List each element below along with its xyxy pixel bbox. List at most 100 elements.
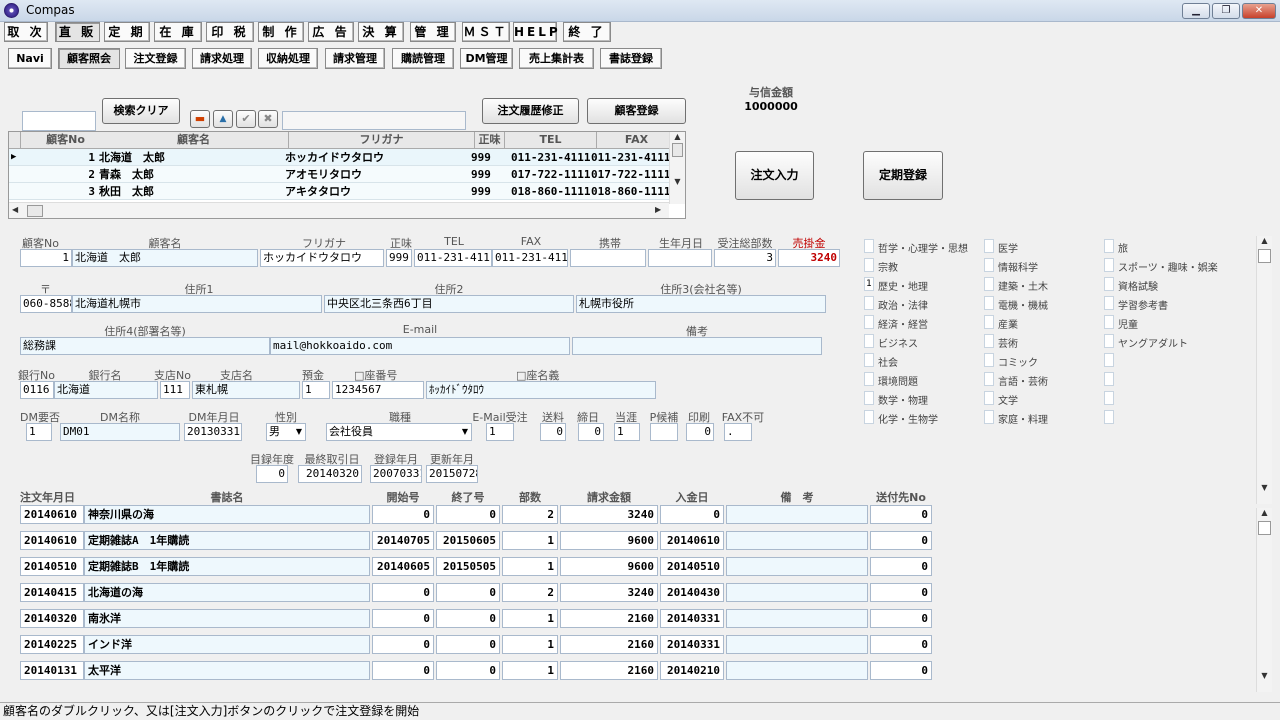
order-cell[interactable]: 1 bbox=[502, 661, 558, 680]
order-cell[interactable]: 0 bbox=[870, 661, 932, 680]
order-cell[interactable]: 20140430 bbox=[660, 583, 724, 602]
customer-register-button[interactable]: 顧客登録 bbox=[587, 98, 686, 124]
grid-vertical-scrollbar[interactable]: ▲ ▼ bbox=[669, 132, 685, 204]
field-closing[interactable]: 0 bbox=[578, 423, 604, 441]
order-cell[interactable] bbox=[726, 635, 868, 654]
field-note[interactable] bbox=[572, 337, 822, 355]
cat-scroll-thumb[interactable] bbox=[1258, 249, 1271, 263]
order-cell[interactable]: 北海道の海 bbox=[84, 583, 370, 602]
order-cell[interactable]: 0 bbox=[372, 661, 434, 680]
order-cell[interactable]: 1 bbox=[502, 635, 558, 654]
category-checkbox[interactable] bbox=[864, 315, 874, 329]
order-cell[interactable]: 20150505 bbox=[436, 557, 500, 576]
category-checkbox[interactable] bbox=[984, 372, 994, 386]
order-cell[interactable]: 神奈川県の海 bbox=[84, 505, 370, 524]
order-history-edit-button[interactable]: 注文履歴修正 bbox=[482, 98, 579, 124]
grid-horizontal-scrollbar[interactable]: ◀ ▶ bbox=[9, 202, 669, 218]
order-cell[interactable]: 20150605 bbox=[436, 531, 500, 550]
menu-item[interactable]: 終 了 bbox=[563, 22, 611, 42]
field-mobile[interactable] bbox=[570, 249, 646, 267]
order-cell[interactable]: 0 bbox=[660, 505, 724, 524]
order-cell[interactable] bbox=[726, 661, 868, 680]
row-indicator-icon[interactable]: ▶ bbox=[11, 149, 21, 166]
cat-scroll-up-icon[interactable]: ▲ bbox=[1257, 236, 1272, 245]
menu-item[interactable]: 広 告 bbox=[308, 22, 354, 42]
scroll-left-icon[interactable]: ◀ bbox=[12, 205, 18, 214]
table-row[interactable]: 3 秋田 太郎 アキタタロウ 999 018-860-1111 018-860-1111 bbox=[9, 183, 670, 200]
order-cell[interactable]: 9600 bbox=[560, 557, 658, 576]
order-cell[interactable]: 0 bbox=[870, 531, 932, 550]
toolbar-tab[interactable]: 注文登録 bbox=[125, 48, 186, 69]
order-cell[interactable]: 2160 bbox=[560, 609, 658, 628]
category-checkbox[interactable] bbox=[984, 391, 994, 405]
order-cell[interactable]: インド洋 bbox=[84, 635, 370, 654]
order-cell[interactable]: 定期雑誌A 1年購読 bbox=[84, 531, 370, 550]
order-cell[interactable]: 20140610 bbox=[20, 531, 84, 550]
subscription-register-button[interactable]: 定期登録 bbox=[863, 151, 943, 200]
order-cell[interactable]: 9600 bbox=[560, 531, 658, 550]
field-addr2[interactable]: 中央区北三条西6丁目 bbox=[324, 295, 574, 313]
customer-grid[interactable]: 顧客No 顧客名 フリガナ 正味 TEL FAX ▶ 1 北海道 太郎 ホッカイドウタロウ 999… bbox=[8, 131, 686, 219]
gender-select[interactable]: 男 ▼ bbox=[266, 423, 306, 441]
field-addr4[interactable]: 総務課 bbox=[20, 337, 270, 355]
toolbar-tab[interactable]: Navi bbox=[8, 48, 52, 69]
order-cell[interactable] bbox=[726, 531, 868, 550]
category-checkbox[interactable] bbox=[984, 239, 994, 253]
field-addr3[interactable]: 札幌市役所 bbox=[576, 295, 826, 313]
minus-icon[interactable]: ▬ bbox=[190, 110, 210, 128]
order-cell[interactable]: 0 bbox=[870, 557, 932, 576]
order-cell[interactable]: 20140415 bbox=[20, 583, 84, 602]
menu-item[interactable]: 直 販 bbox=[55, 22, 100, 42]
order-cell[interactable] bbox=[726, 557, 868, 576]
field-acctno[interactable]: 1234567 bbox=[332, 381, 424, 399]
category-checkbox[interactable] bbox=[1104, 315, 1114, 329]
order-cell[interactable]: 0 bbox=[436, 661, 500, 680]
field-dmneed[interactable]: 1 bbox=[26, 423, 52, 441]
row-selector[interactable] bbox=[11, 183, 21, 200]
field-printing[interactable]: 0 bbox=[686, 423, 714, 441]
close-button[interactable]: ✕ bbox=[1242, 3, 1276, 19]
table-row[interactable]: ▶ 1 北海道 太郎 ホッカイドウタロウ 999 011-231-4111 011-231-… bbox=[9, 149, 670, 166]
category-checkbox[interactable] bbox=[984, 277, 994, 291]
order-cell[interactable]: 20140320 bbox=[20, 609, 84, 628]
order-cell[interactable]: 0 bbox=[870, 583, 932, 602]
page-scroll-down-icon[interactable]: ▼ bbox=[1257, 671, 1272, 680]
field-name[interactable]: 北海道 太郎 bbox=[72, 249, 258, 267]
order-cell[interactable]: 3240 bbox=[560, 505, 658, 524]
chevron-down-icon[interactable]: ▼ bbox=[462, 424, 468, 440]
order-cell[interactable]: 2160 bbox=[560, 635, 658, 654]
category-checkbox[interactable] bbox=[984, 296, 994, 310]
job-select[interactable]: 会社役員 ▼ bbox=[326, 423, 472, 441]
menu-item[interactable]: 印 税 bbox=[206, 22, 254, 42]
menu-item[interactable]: ＭＳＴ bbox=[462, 22, 510, 42]
field-acctname[interactable]: ﾎｯｶｲﾄﾞｳﾀﾛｳ bbox=[426, 381, 656, 399]
order-cell[interactable]: 20140331 bbox=[660, 609, 724, 628]
field-fax[interactable]: 011-231-4111 bbox=[492, 249, 568, 267]
menu-item[interactable]: 管 理 bbox=[410, 22, 456, 42]
page-scroll-up-icon[interactable]: ▲ bbox=[1257, 508, 1272, 517]
order-cell[interactable]: 0 bbox=[870, 609, 932, 628]
category-checkbox[interactable] bbox=[864, 239, 874, 253]
menu-item[interactable]: HELP bbox=[513, 22, 558, 42]
scroll-down-icon[interactable]: ▼ bbox=[670, 177, 685, 186]
category-checkbox[interactable] bbox=[1104, 372, 1114, 386]
scroll-up-icon[interactable]: ▲ bbox=[670, 132, 685, 141]
minimize-button[interactable]: ▁ bbox=[1182, 3, 1210, 19]
toolbar-tab[interactable]: 顧客照会 bbox=[58, 48, 120, 69]
check-icon[interactable]: ✔ bbox=[236, 110, 256, 128]
h-scroll-thumb[interactable] bbox=[27, 205, 43, 217]
row-selector[interactable] bbox=[11, 166, 21, 183]
order-cell[interactable]: 0 bbox=[436, 505, 500, 524]
field-dmdate[interactable]: 20130331 bbox=[184, 423, 242, 441]
field-bankno[interactable]: 0116 bbox=[20, 381, 54, 399]
toolbar-tab[interactable]: 収納処理 bbox=[258, 48, 318, 69]
toolbar-tab[interactable]: 購読管理 bbox=[392, 48, 454, 69]
field-emailok[interactable]: 1 bbox=[486, 423, 514, 441]
order-cell[interactable]: 0 bbox=[436, 583, 500, 602]
order-cell[interactable]: 0 bbox=[870, 505, 932, 524]
cat-scroll-down-icon[interactable]: ▼ bbox=[1257, 483, 1272, 492]
order-cell[interactable] bbox=[726, 583, 868, 602]
order-cell[interactable]: 2160 bbox=[560, 661, 658, 680]
order-cell[interactable]: 0 bbox=[372, 583, 434, 602]
field-no[interactable]: 1 bbox=[20, 249, 72, 267]
